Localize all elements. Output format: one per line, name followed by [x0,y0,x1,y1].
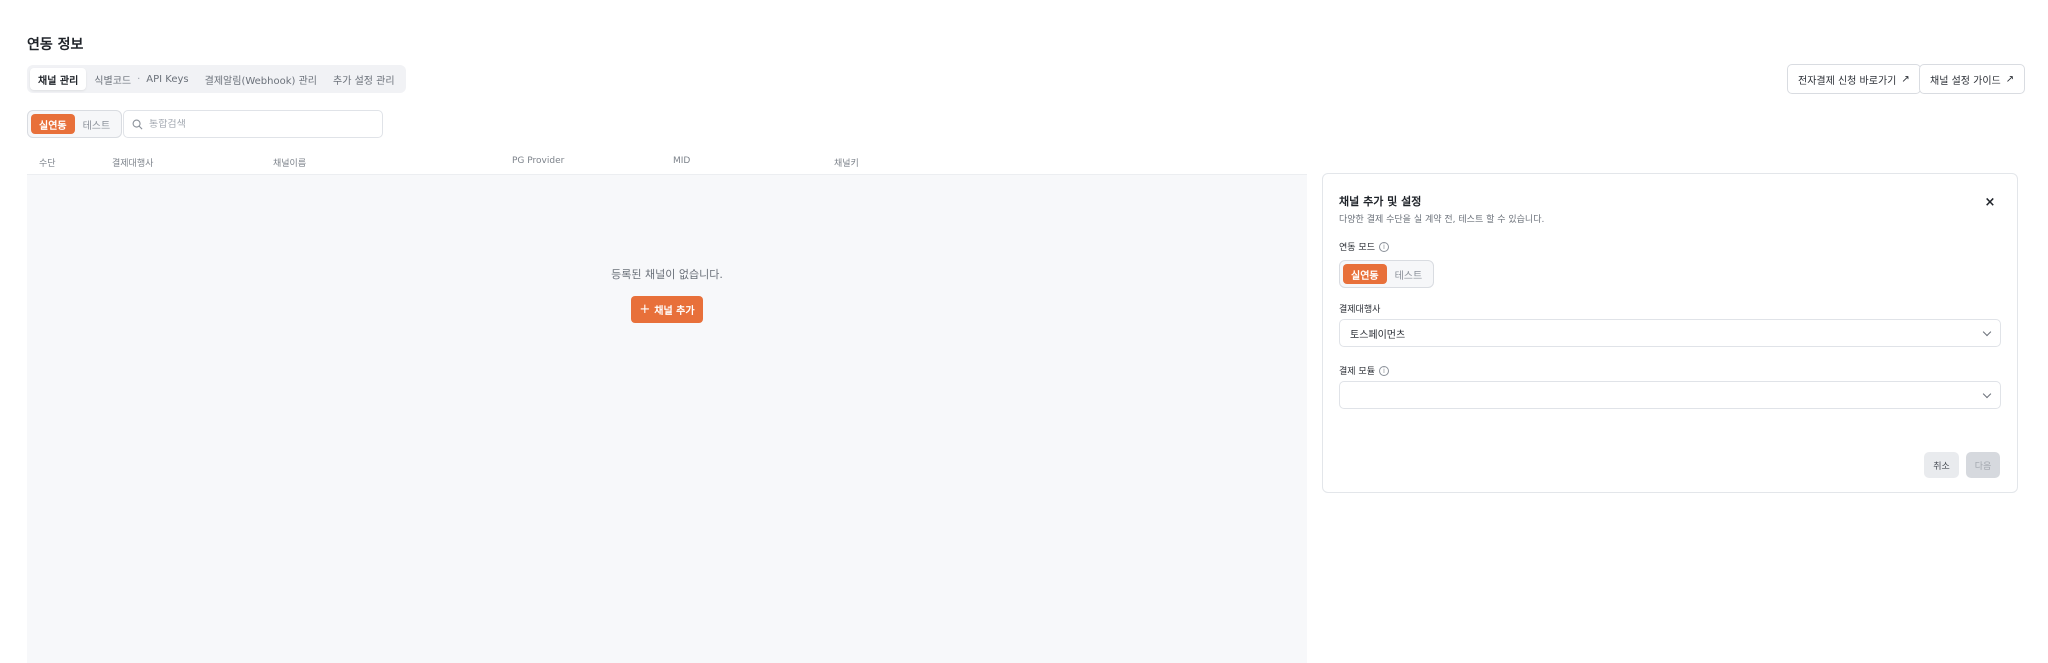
mode-toggle: 실연동 테스트 [27,110,123,138]
tab-bar: 채널 관리 식별코드 · API Keys 결제알림(Webhook) 관리 추… [27,65,406,93]
column-header-mid: MID [673,156,691,166]
mode-live-button[interactable]: 실연동 [31,114,75,134]
add-channel-label: 채널 추가 [654,306,695,317]
column-header-pg-provider: PG Provider [512,156,565,166]
chevron-down-icon [1982,389,1992,398]
channel-guide-label: 채널 설정 가이드 [1930,75,2001,87]
chevron-down-icon [1982,327,1992,336]
module-select[interactable] [1339,381,2001,409]
external-link-icon: ↗ [1901,73,1910,85]
plus-icon: + [639,302,651,317]
next-button[interactable]: 다음 [1966,452,2000,478]
column-header-channel-key: 채널키 [834,159,859,169]
pg-select-value: 토스페이먼츠 [1350,329,1406,341]
tab-webhook-management[interactable]: 결제알림(Webhook) 관리 [197,68,325,90]
search-icon [132,119,143,129]
panel-title: 채널 추가 및 설정 [1339,195,1422,208]
tab-additional-settings[interactable]: 추가 설정 관리 [325,68,403,90]
empty-state-message: 등록된 채널이 없습니다. [611,268,723,281]
mode-label: 연동 모드 i [1339,240,1389,253]
search-input[interactable] [149,118,369,130]
tab-separator: · [137,73,141,85]
tab-channel-management[interactable]: 채널 관리 [30,68,87,90]
page-title: 연동 정보 [27,37,84,53]
info-icon[interactable]: i [1378,365,1389,376]
column-header-channel-name: 채널이름 [273,159,307,169]
module-label-text: 결제 모듈 [1339,367,1375,377]
cancel-button[interactable]: 취소 [1924,452,1959,478]
pg-select[interactable]: 토스페이먼츠 [1339,319,2001,347]
search-box [123,110,383,138]
tab-identifiers-label: 식별코드 [94,75,132,87]
channel-guide-button[interactable]: 채널 설정 가이드 ↗ [1919,64,2026,94]
panel-mode-toggle: 실연동 테스트 [1339,260,1435,288]
pg-label: 결제대행사 [1339,305,1381,315]
panel-subtitle: 다양한 결제 수단을 실 계약 전, 테스트 할 수 있습니다. [1339,215,1545,225]
channel-settings-panel: 채널 추가 및 설정 다양한 결제 수단을 실 계약 전, 테스트 할 수 있습… [1322,173,2018,493]
mode-test-button[interactable]: 테스트 [75,114,119,134]
panel-mode-live-button[interactable]: 실연동 [1343,264,1387,284]
external-link-icon: ↗ [2005,73,2015,85]
column-header-pg: 결제대행사 [112,159,154,169]
channel-table-empty: 등록된 채널이 없습니다. + 채널 추가 [27,174,1307,663]
module-label: 결제 모듈 i [1339,364,1389,377]
close-icon[interactable]: × [1983,196,1997,210]
tab-identifiers-api-keys[interactable]: 식별코드 · API Keys [86,68,196,90]
info-icon[interactable]: i [1378,241,1389,252]
column-header-method: 수단 [39,159,56,169]
add-channel-button[interactable]: + 채널 추가 [631,296,703,323]
apply-payment-label: 전자결제 신청 바로가기 [1798,75,1897,87]
apply-payment-button[interactable]: 전자결제 신청 바로가기 ↗ [1787,64,1921,94]
panel-mode-test-button[interactable]: 테스트 [1387,264,1431,284]
mode-label-text: 연동 모드 [1339,243,1375,253]
tab-api-keys-label: API Keys [146,73,189,85]
